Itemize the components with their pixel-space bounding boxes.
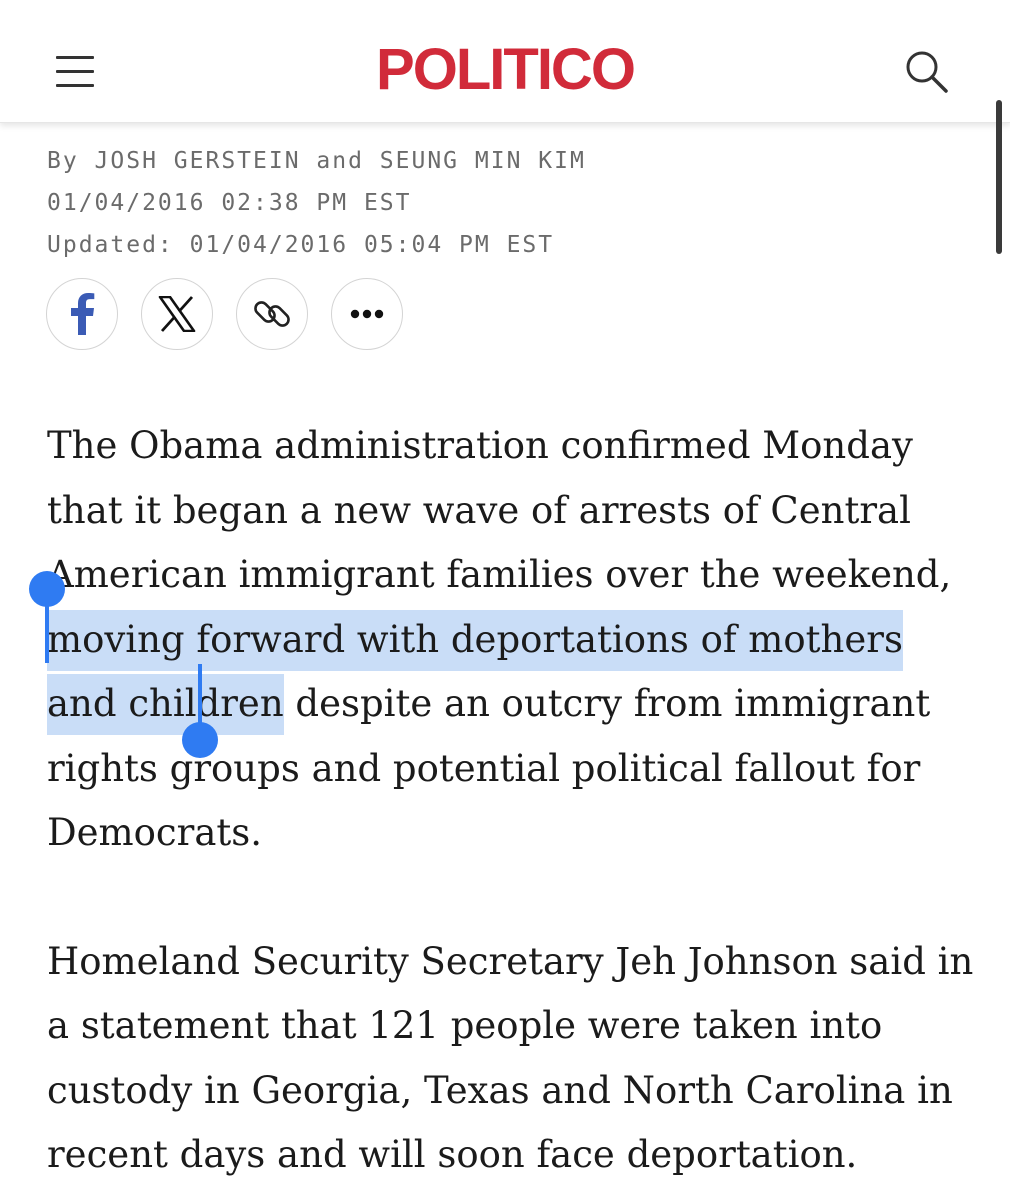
copy-link-button[interactable]	[236, 278, 308, 350]
scrollbar-thumb[interactable]	[996, 100, 1002, 254]
share-x-button[interactable]	[141, 278, 213, 350]
article-body: The Obama administration confirmed Monda…	[47, 414, 977, 1188]
site-logo[interactable]: POLITICO	[0, 38, 1010, 102]
link-icon	[254, 301, 290, 327]
more-icon	[350, 309, 384, 319]
search-icon[interactable]	[902, 48, 950, 96]
top-navigation-bar: POLITICO	[0, 0, 1010, 123]
article-paragraph: Homeland Security Secretary Jeh Johnson …	[47, 939, 974, 1177]
x-icon	[158, 296, 196, 332]
published-timestamp: 01/04/2016 02:38 PM EST	[47, 190, 412, 216]
article-paragraph: The Obama administration confirmed Monda…	[47, 414, 977, 866]
byline-authors: By JOSH GERSTEIN and SEUNG MIN KIM	[47, 148, 586, 174]
article-byline: By JOSH GERSTEIN and SEUNG MIN KIM 01/04…	[47, 140, 586, 266]
facebook-icon	[71, 293, 95, 335]
paragraph-text: The Obama administration confirmed Monda…	[47, 424, 952, 596]
share-facebook-button[interactable]	[46, 278, 118, 350]
updated-timestamp: Updated: 01/04/2016 05:04 PM EST	[47, 232, 555, 258]
more-options-button[interactable]	[331, 278, 403, 350]
